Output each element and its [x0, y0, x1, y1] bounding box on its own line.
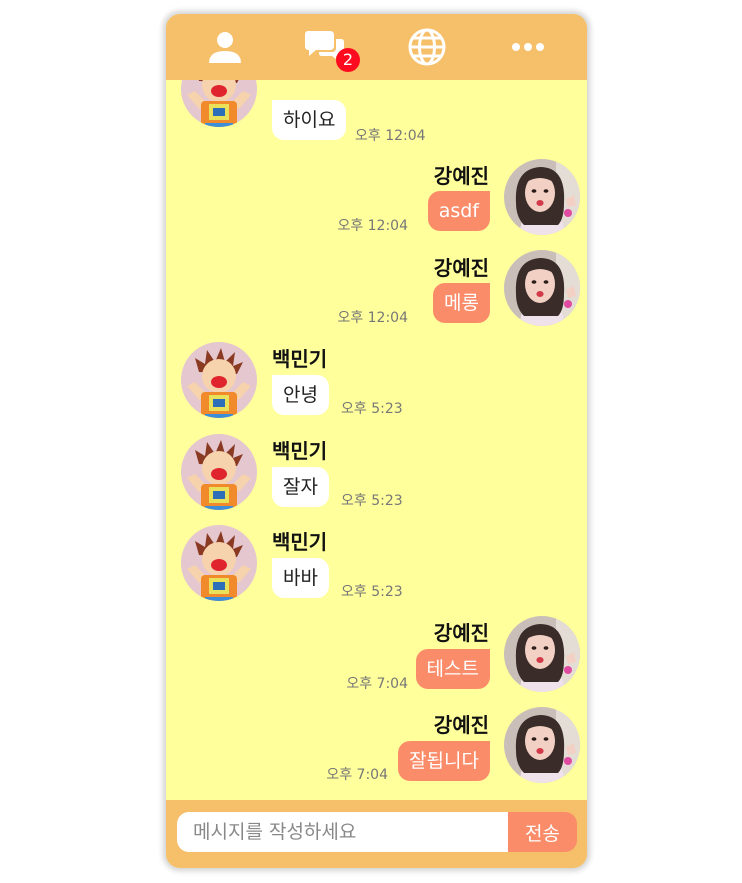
sender-name: 백민기 [272, 530, 328, 554]
message-bubble: 메롱 [433, 283, 490, 323]
more-icon [512, 43, 544, 51]
message-time: 오후 7:04 [346, 676, 408, 692]
message-bubble: asdf [427, 191, 490, 231]
chats-tab[interactable] [276, 14, 376, 80]
avatar-kangyejin[interactable] [504, 159, 580, 235]
sender-name: 백민기 [272, 347, 328, 371]
send-button[interactable]: 전송 [508, 812, 577, 852]
message-time: 오후 12:04 [355, 128, 426, 144]
top-nav-bar: 2 [166, 14, 587, 80]
profile-photo-icon [504, 250, 580, 326]
avatar-kangyejin[interactable] [504, 707, 580, 783]
globe-icon [408, 28, 446, 66]
cartoon-boy-icon [181, 434, 257, 510]
chat-window: 2 하이요 오후 12:04 강예진 asdf 오후 12:04 강예진 메롱 … [166, 14, 587, 868]
cartoon-boy-icon [181, 80, 257, 127]
person-icon [209, 32, 241, 63]
cartoon-boy-icon [181, 525, 257, 601]
profile-photo-icon [504, 707, 580, 783]
profile-photo-icon [504, 159, 580, 235]
message-composer: 전송 [166, 800, 587, 868]
avatar-baekmingi[interactable] [181, 434, 257, 510]
message-bubble: 안녕 [272, 375, 329, 415]
unread-badge: 2 [336, 48, 360, 72]
message-bubble: 테스트 [415, 649, 490, 689]
message-time: 오후 12:04 [337, 218, 408, 234]
more-tab[interactable] [478, 14, 578, 80]
sender-name: 강예진 [433, 256, 489, 280]
avatar-baekmingi[interactable] [181, 525, 257, 601]
avatar-baekmingi[interactable] [181, 80, 257, 127]
avatar-kangyejin[interactable] [504, 250, 580, 326]
message-time: 오후 12:04 [337, 310, 408, 326]
message-list[interactable]: 하이요 오후 12:04 강예진 asdf 오후 12:04 강예진 메롱 오후… [166, 80, 587, 800]
avatar-baekmingi[interactable] [181, 342, 257, 418]
message-bubble: 잘자 [272, 467, 329, 507]
sender-name: 강예진 [433, 164, 489, 188]
message-bubble: 바바 [272, 558, 329, 598]
message-time: 오후 5:23 [341, 584, 403, 600]
profile-photo-icon [504, 616, 580, 692]
sender-name: 백민기 [272, 439, 328, 463]
message-input[interactable] [177, 812, 508, 852]
sender-name: 강예진 [433, 713, 489, 737]
message-bubble: 잘됩니다 [398, 741, 490, 781]
avatar-kangyejin[interactable] [504, 616, 580, 692]
browse-tab[interactable] [377, 14, 477, 80]
friends-tab[interactable] [175, 14, 275, 80]
cartoon-boy-icon [181, 342, 257, 418]
message-time: 오후 7:04 [326, 767, 388, 783]
message-time: 오후 5:23 [341, 401, 403, 417]
sender-name: 강예진 [433, 621, 489, 645]
message-time: 오후 5:23 [341, 493, 403, 509]
message-bubble: 하이요 [272, 100, 347, 140]
